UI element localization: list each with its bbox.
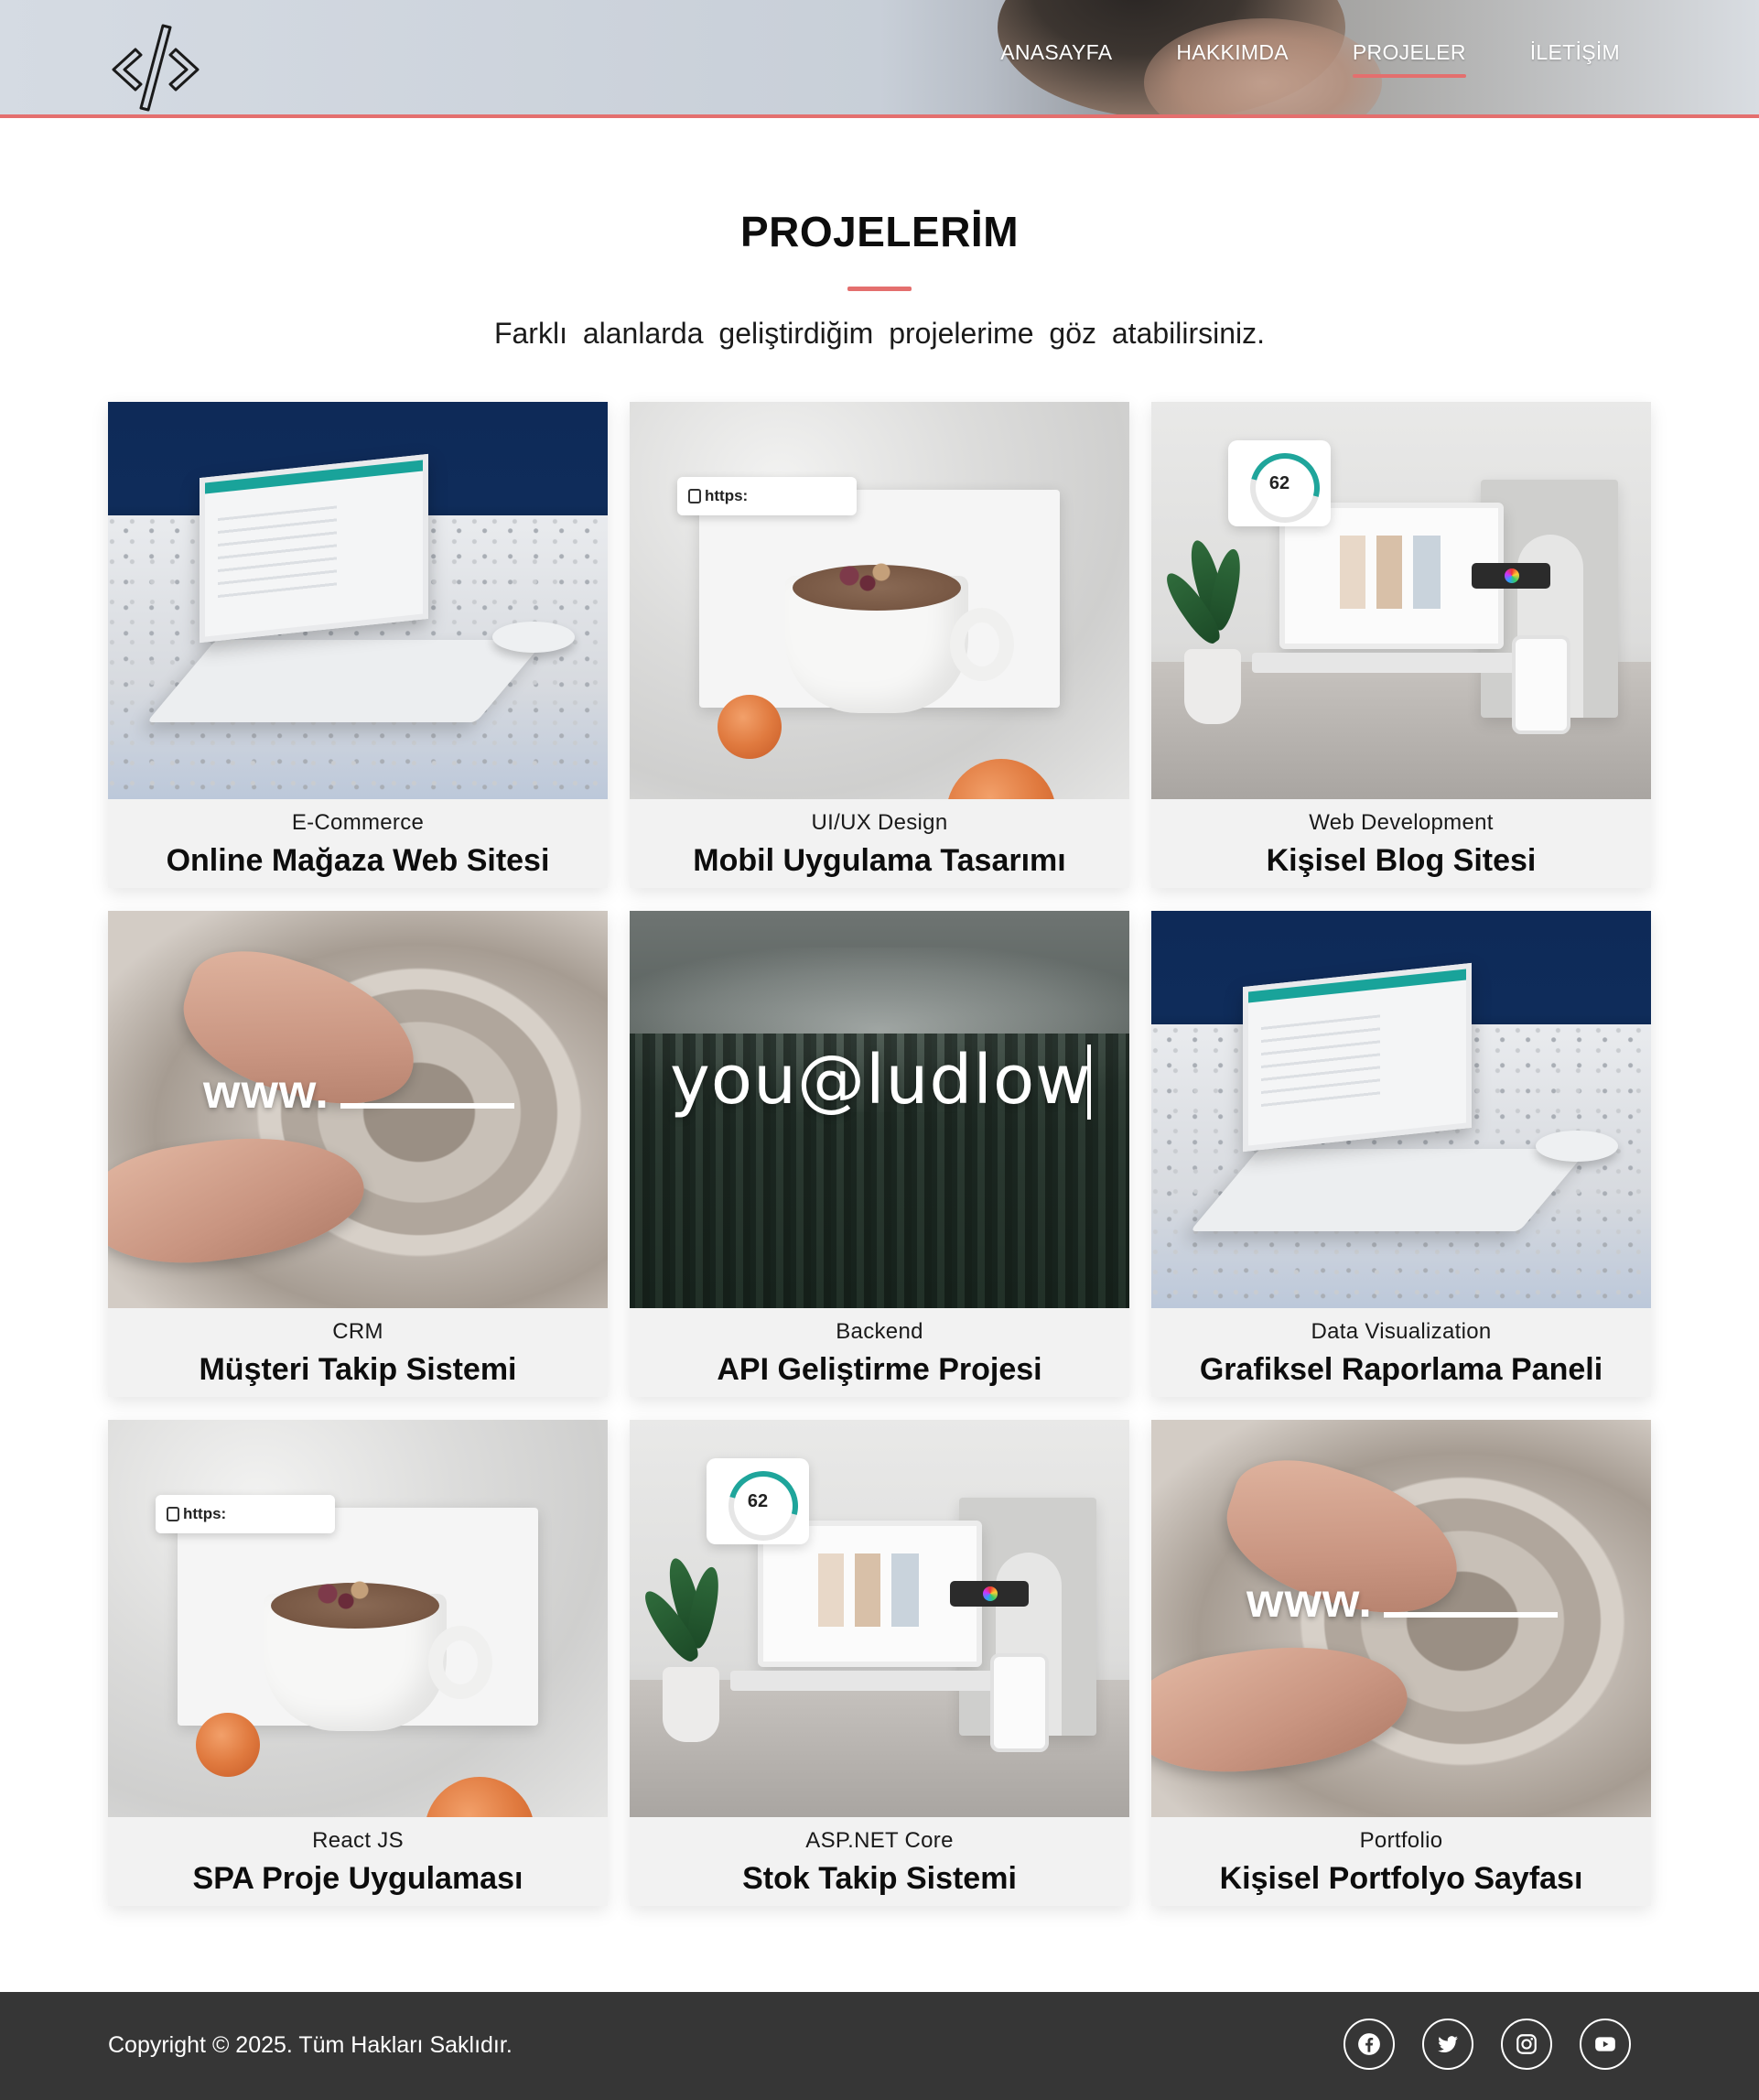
project-card[interactable]: 62 ASP.NET Core Stok Takip Sistemi xyxy=(630,1420,1129,1906)
project-card[interactable]: E-Commerce Online Mağaza Web Sitesi xyxy=(108,402,608,888)
projects-grid: E-Commerce Online Mağaza Web Sitesi http… xyxy=(108,402,1651,1906)
project-title: Mobil Uygulama Tasarımı xyxy=(693,843,1066,878)
project-image: www. xyxy=(108,911,608,1308)
project-card[interactable]: you@ludlow Backend API Geliştirme Projes… xyxy=(630,911,1129,1397)
project-image xyxy=(108,402,608,799)
project-category: UI/UX Design xyxy=(811,810,948,835)
project-category: E-Commerce xyxy=(291,810,425,835)
project-title: API Geliştirme Projesi xyxy=(717,1352,1042,1387)
nav-item-hakkimda[interactable]: HAKKIMDA xyxy=(1176,40,1289,78)
project-title: Kişisel Portfolyo Sayfası xyxy=(1219,1861,1583,1896)
image-www-text: www. xyxy=(203,1066,329,1119)
project-image xyxy=(1151,911,1651,1308)
site-header: ANASAYFA HAKKIMDA PROJELER İLETİŞİM xyxy=(0,0,1759,118)
project-image: 62 xyxy=(1151,402,1651,799)
project-card[interactable]: 62 Web Development Kişisel Blog Sitesi xyxy=(1151,402,1651,888)
project-card[interactable]: https: UI/UX Design Mobil Uygulama Tasar… xyxy=(630,402,1129,888)
project-category: Backend xyxy=(836,1319,923,1344)
project-card[interactable]: https: React JS SPA Proje Uygulaması xyxy=(108,1420,608,1906)
project-category: CRM xyxy=(332,1319,383,1344)
project-image: www. xyxy=(1151,1420,1651,1817)
project-card[interactable]: www. CRM Müşteri Takip Sistemi xyxy=(108,911,608,1397)
image-url-text: https: xyxy=(677,477,857,515)
project-title: Online Mağaza Web Sitesi xyxy=(166,843,550,878)
page-title: PROJELERİM xyxy=(739,208,1020,255)
image-url-text: https: xyxy=(156,1495,335,1533)
page-subtitle: Farklı alanlarda geliştirdiğim projeleri… xyxy=(493,317,1266,350)
project-image: you@ludlow xyxy=(630,911,1129,1308)
nav-item-anasayfa[interactable]: ANASAYFA xyxy=(1000,40,1112,78)
project-category: Web Development xyxy=(1309,810,1494,835)
project-image: 62 xyxy=(630,1420,1129,1817)
project-image: https: xyxy=(630,402,1129,799)
project-category: React JS xyxy=(312,1828,404,1853)
image-gauge-text: 62 xyxy=(1228,440,1331,526)
youtube-icon[interactable] xyxy=(1580,2019,1631,2070)
site-footer: Copyright © 2025. Tüm Hakları Saklıdır. xyxy=(0,1992,1759,2100)
project-category: ASP.NET Core xyxy=(805,1828,954,1853)
facebook-icon[interactable] xyxy=(1344,2019,1395,2070)
project-image: https: xyxy=(108,1420,608,1817)
image-www-text: www. xyxy=(1246,1575,1373,1628)
social-links xyxy=(1344,2019,1631,2070)
title-underline xyxy=(847,287,912,291)
project-title: Müşteri Takip Sistemi xyxy=(199,1352,517,1387)
main-nav: ANASAYFA HAKKIMDA PROJELER İLETİŞİM xyxy=(1000,40,1620,78)
image-email-text: you@ludlow xyxy=(670,1041,1092,1120)
project-title: Grafiksel Raporlama Paneli xyxy=(1199,1352,1603,1387)
project-title: SPA Proje Uygulaması xyxy=(192,1861,523,1896)
code-logo-icon[interactable] xyxy=(108,22,203,114)
nav-item-iletisim[interactable]: İLETİŞİM xyxy=(1530,40,1620,78)
project-category: Data Visualization xyxy=(1311,1319,1492,1344)
project-card[interactable]: www. Portfolio Kişisel Portfolyo Sayfası xyxy=(1151,1420,1651,1906)
project-title: Kişisel Blog Sitesi xyxy=(1266,843,1537,878)
image-gauge-text: 62 xyxy=(707,1458,809,1544)
nav-item-projeler[interactable]: PROJELER xyxy=(1352,40,1466,78)
twitter-icon[interactable] xyxy=(1422,2019,1473,2070)
project-title: Stok Takip Sistemi xyxy=(742,1861,1017,1896)
project-category: Portfolio xyxy=(1359,1828,1443,1853)
copyright-text: Copyright © 2025. Tüm Hakları Saklıdır. xyxy=(108,2032,513,2058)
project-card[interactable]: Data Visualization Grafiksel Raporlama P… xyxy=(1151,911,1651,1397)
instagram-icon[interactable] xyxy=(1501,2019,1552,2070)
